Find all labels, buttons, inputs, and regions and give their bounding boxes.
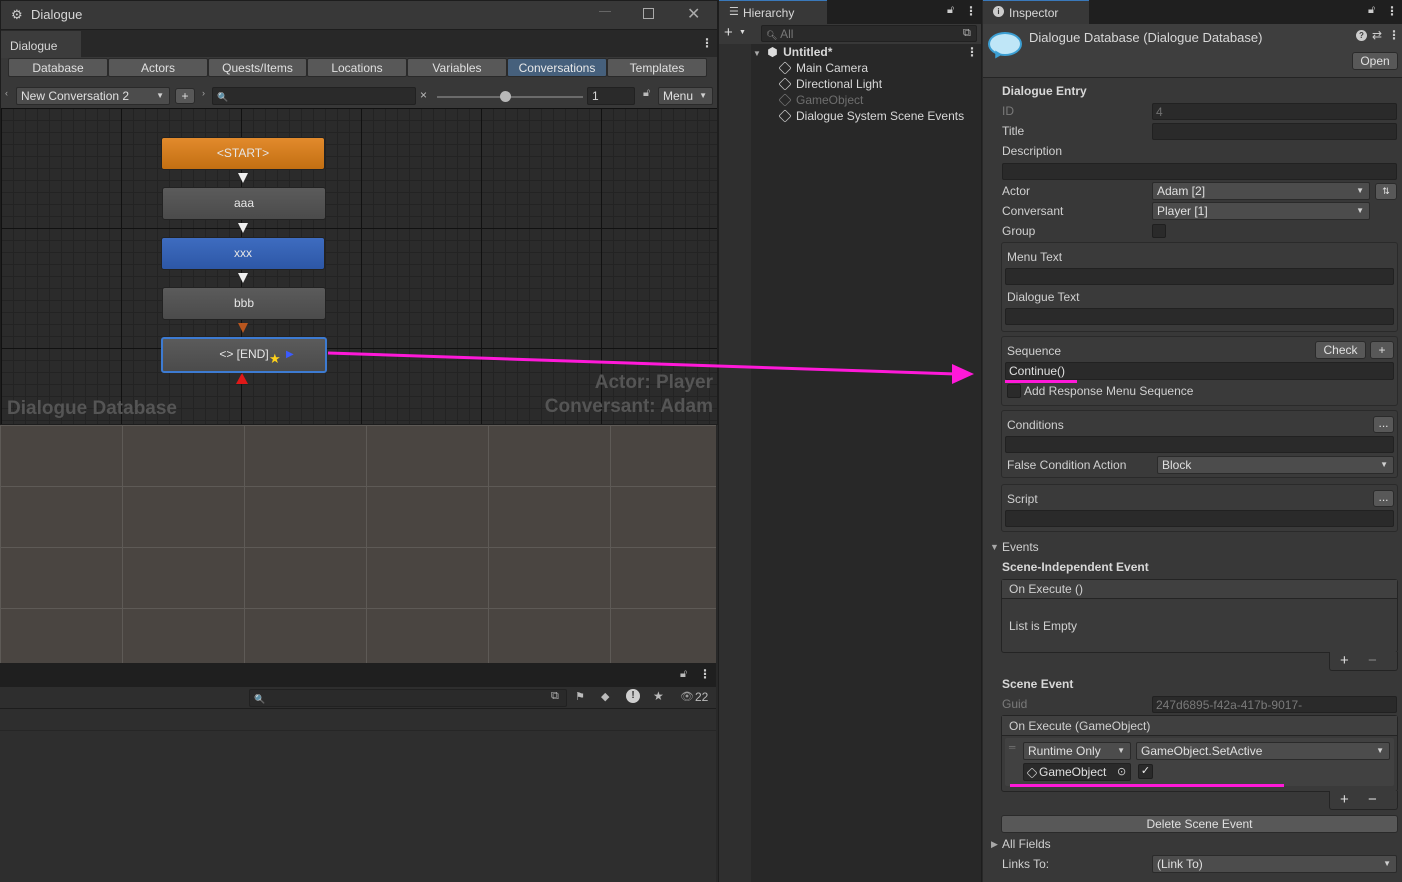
annotation-arrow-line [327, 351, 957, 376]
annotation-arrow [327, 351, 974, 384]
annotation-arrow-head [952, 364, 974, 384]
